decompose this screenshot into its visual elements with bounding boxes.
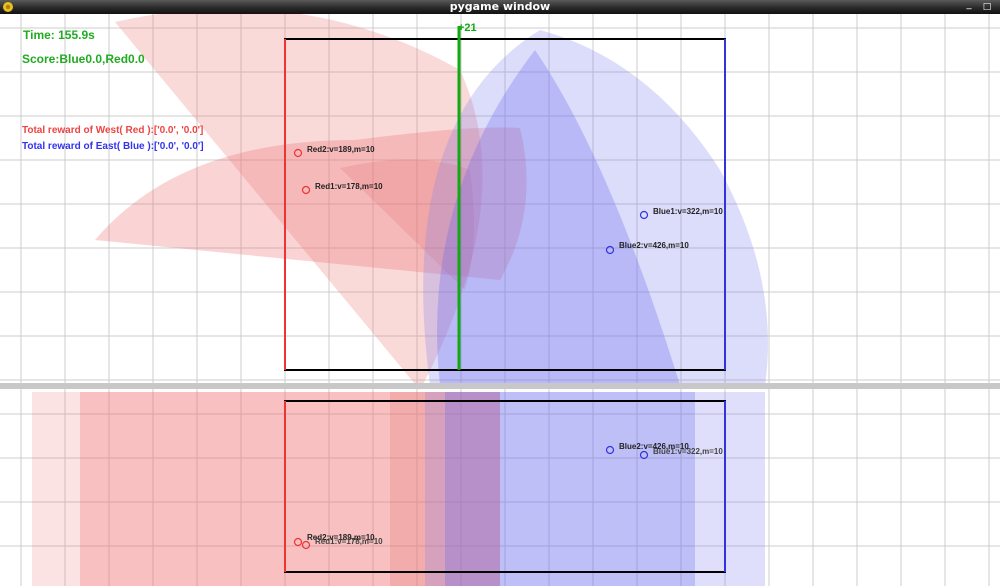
top-view: +21 Red2:v=189,m=10 Red1:v=178,m=10 Blue…: [95, 14, 768, 390]
game-canvas: +21 Red2:v=189,m=10 Red1:v=178,m=10 Blue…: [0, 14, 1000, 586]
east-reward-display: Total reward of East( Blue ):['0.0', '0.…: [22, 141, 204, 152]
red1-side-label: Red1:v=178,m=10: [315, 537, 383, 546]
blue-coverage-band-inner: [445, 392, 695, 586]
title-bar: pygame window _ □: [0, 0, 1000, 14]
side-view: Blue2:v=426,m=10 Blue1:v=322,m=10 Red2:v…: [32, 392, 765, 586]
west-reward-display: Total reward of West( Red ):['0.0', '0.0…: [22, 125, 204, 136]
time-display: Time: 155.9s: [23, 28, 95, 42]
front-line-marker: +21: [458, 22, 477, 34]
view-separator: [0, 383, 1000, 389]
maximize-button[interactable]: □: [980, 0, 994, 14]
score-display: Score:Blue0.0,Red0.0: [22, 52, 145, 66]
red2-label: Red2:v=189,m=10: [307, 145, 375, 154]
blue1-side-label: Blue1:v=322,m=10: [653, 447, 723, 456]
minimize-button[interactable]: _: [962, 0, 976, 14]
window-title: pygame window: [449, 0, 551, 13]
blue1-label: Blue1:v=322,m=10: [653, 207, 723, 216]
red1-label: Red1:v=178,m=10: [315, 182, 383, 191]
blue2-label: Blue2:v=426,m=10: [619, 241, 689, 250]
